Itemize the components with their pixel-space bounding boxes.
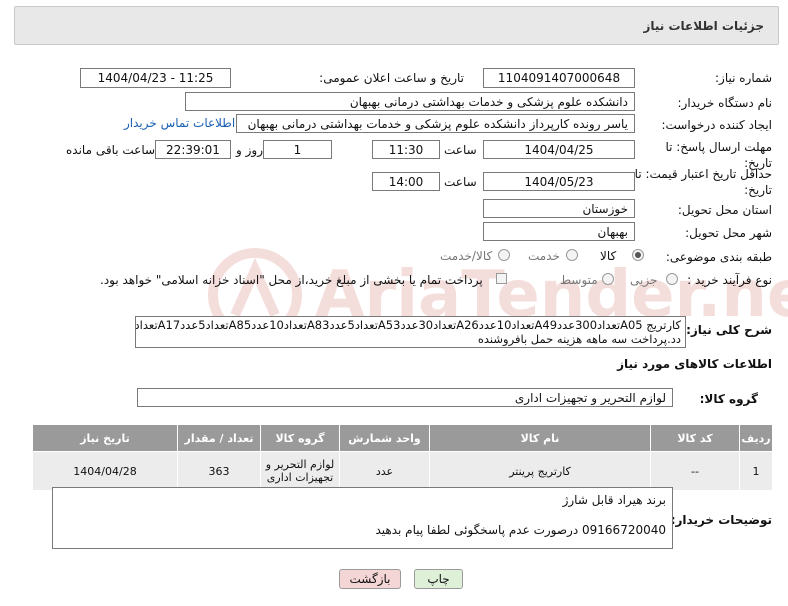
validity-time-field[interactable]: 14:00 [372,172,440,191]
treasury-payment-note: پرداخت تمام یا بخشی از مبلغ خرید،از محل … [100,273,483,287]
buyer-notes-field[interactable]: برند هیراد قابل شارژ 09166720040 درصورت … [52,487,673,549]
announce-date-field[interactable]: 1404/04/23 - 11:25 [80,68,231,88]
creator-label: ایجاد کننده درخواست: [661,118,772,132]
buyer-notes-line-2: 09166720040 درصورت عدم پاسخگوئی لطفا پیا… [375,523,666,537]
description-line-1: کارتریج A05تعداد300عددA49تعداد10عددA26تع… [135,318,681,332]
col-header-date: تاریخ نیاز [32,424,178,452]
description-line-2: دد.پرداخت سه ماهه هزینه حمل بافروشنده [477,332,681,346]
city-label: شهر محل تحویل: [685,226,772,240]
category-radio-goods-service[interactable] [498,249,510,261]
validity-time-label: ساعت [444,175,477,189]
cell-qty: 363 [177,451,261,491]
buyer-org-field[interactable]: دانشکده علوم پزشکی و خدمات بهداشتی درمان… [185,92,635,111]
goods-table-header: ردیف کد کالا نام کالا واحد شمارش گروه کا… [32,424,773,452]
need-number-label: شماره نیاز: [715,71,772,85]
days-label: روز و [236,143,263,157]
description-label: شرح کلی نیاز: [686,323,772,337]
buyer-notes-label: توضیحات خریدار: [670,513,772,527]
remaining-time-label: ساعت باقی مانده [66,143,156,157]
cell-name: کارتریج پرینتر [429,451,651,491]
col-header-row: ردیف [739,424,773,452]
days-remaining-field[interactable]: 1 [263,140,332,159]
province-label: استان محل تحویل: [677,203,772,217]
col-header-unit: واحد شمارش [339,424,430,452]
process-option-medium: متوسط [560,273,598,287]
buyer-org-label: نام دستگاه خریدار: [677,96,773,110]
process-radio-medium[interactable] [602,273,614,285]
cell-unit: عدد [339,451,430,491]
goods-section-title: اطلاعات کالاهای مورد نیاز [617,357,772,371]
description-field[interactable]: کارتریج A05تعداد300عددA49تعداد10عددA26تع… [135,316,686,348]
cell-row-number: 1 [739,451,773,491]
province-field[interactable]: خوزستان [483,199,635,218]
remaining-time-field[interactable]: 22:39:01 [155,140,231,159]
process-label: نوع فرآیند خرید : [687,273,772,287]
buyer-notes-line-1: برند هیراد قابل شارژ [562,493,666,507]
category-option-goods: کالا [600,249,617,263]
goods-group-label: گروه کالا: [699,392,758,406]
col-header-group: گروه کالا [260,424,340,452]
deadline-time-label: ساعت [444,143,477,157]
col-header-name: نام کالا [429,424,651,452]
process-radio-minor[interactable] [666,273,678,285]
category-option-service: خدمت [528,249,560,263]
cell-date: 1404/04/28 [32,451,178,491]
process-option-minor: جزیی [630,273,658,287]
category-radio-goods[interactable] [632,249,644,261]
goods-group-field[interactable]: لوازم التحریر و تجهیزات اداری [137,388,673,407]
deadline-date-field[interactable]: 1404/04/25 [483,140,635,159]
deadline-time-field[interactable]: 11:30 [372,140,440,159]
table-row[interactable]: 1 -- کارتریج پرینتر عدد لوازم التحریر و … [32,451,773,491]
page-header: جزئیات اطلاعات نیاز [14,6,779,45]
cell-code: -- [650,451,740,491]
category-radio-service[interactable] [566,249,578,261]
validity-date-field[interactable]: 1404/05/23 [483,172,635,191]
back-button[interactable]: بازگشت [339,569,401,589]
print-button[interactable]: چاپ [414,569,463,589]
city-field[interactable]: بهبهان [483,222,635,241]
col-header-code: کد کالا [650,424,740,452]
validity-label: حداقل تاریخ اعتبار قیمت: تا تاریخ: [634,167,772,197]
page-title: جزئیات اطلاعات نیاز [643,19,764,33]
need-number-field[interactable]: 1104091407000648 [483,68,635,88]
category-option-goods-service: کالا/خدمت [440,249,493,263]
col-header-qty: تعداد / مقدار [177,424,261,452]
category-label: طبقه بندی موضوعی: [665,250,772,264]
treasury-payment-checkbox[interactable] [496,273,507,284]
cell-group: لوازم التحریر و تجهیزات اداری [260,451,340,491]
announce-date-label: تاریخ و ساعت اعلان عمومی: [319,71,464,85]
creator-field[interactable]: یاسر رونده کارپرداز دانشکده علوم پزشکی و… [236,114,635,133]
goods-table: ردیف کد کالا نام کالا واحد شمارش گروه کا… [32,424,773,491]
buyer-contact-link[interactable]: اطلاعات تماس خریدار [124,116,235,130]
